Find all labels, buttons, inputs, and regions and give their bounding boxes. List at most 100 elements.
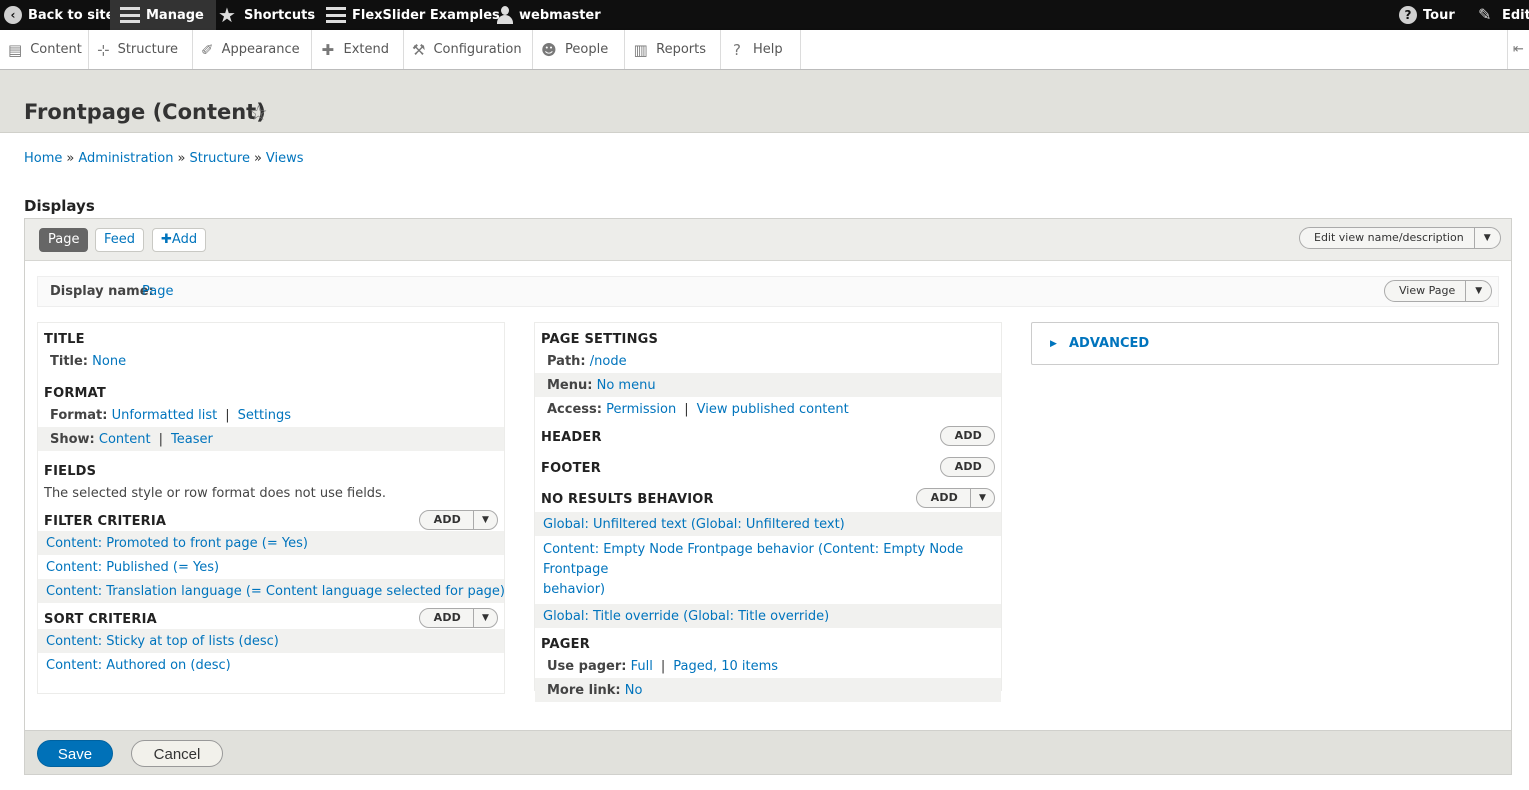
more-link-value-link[interactable]: No xyxy=(625,683,643,698)
no-results-item[interactable]: Global: Unfiltered text (Global: Unfilte… xyxy=(535,512,1001,536)
advanced-label[interactable]: ADVANCED xyxy=(1069,336,1149,351)
path-value-link[interactable]: /node xyxy=(590,354,627,369)
tray-item-content[interactable]: ▤ Content xyxy=(0,30,89,69)
tray-item-reports[interactable]: ▥ Reports xyxy=(625,30,721,69)
back-to-site-link[interactable]: ‹ Back to site xyxy=(4,0,114,30)
tray-item-extend[interactable]: ✚ Extend xyxy=(312,30,404,69)
star-icon: ★ xyxy=(218,3,236,27)
sort-item[interactable]: Content: Authored on (desc) xyxy=(38,653,504,677)
add-label[interactable]: Add xyxy=(941,427,994,445)
tray-item-help[interactable]: ? Help xyxy=(721,30,801,69)
show-row: Show: Content | Teaser xyxy=(38,427,504,451)
puzzle-icon: ✚ xyxy=(321,40,335,59)
back-to-site-label: Back to site xyxy=(28,7,115,23)
filter-item[interactable]: Content: Promoted to front page (= Yes) xyxy=(38,531,504,555)
chevron-down-icon[interactable]: ▼ xyxy=(473,609,497,627)
chevron-down-icon[interactable]: ▼ xyxy=(473,511,497,529)
tab-page[interactable]: Page xyxy=(39,228,89,252)
menu-row: Menu: No menu xyxy=(535,373,1001,397)
show-teaser-link[interactable]: Teaser xyxy=(171,432,213,447)
title-value-link[interactable]: None xyxy=(92,354,126,369)
sort-item[interactable]: Content: Sticky at top of lists (desc) xyxy=(38,629,504,653)
edit-view-label[interactable]: Edit view name/description xyxy=(1300,228,1474,248)
access-permission-link[interactable]: View published content xyxy=(697,402,849,417)
user-tab[interactable]: webmaster xyxy=(497,0,601,30)
triangle-right-icon: ▶ xyxy=(1050,339,1057,349)
use-pager-label: Use pager: xyxy=(547,659,627,674)
cancel-button[interactable]: Cancel xyxy=(131,740,223,767)
header-add-button[interactable]: Add xyxy=(939,426,995,446)
add-label[interactable]: Add xyxy=(941,458,994,476)
title-label: Title: xyxy=(50,354,89,369)
more-link-label: More link: xyxy=(547,683,621,698)
tray-orientation-toggle[interactable]: ⇤ xyxy=(1507,30,1529,69)
filter-item[interactable]: Content: Translation language (= Content… xyxy=(38,579,505,603)
sitemap-icon: ⊹ xyxy=(97,40,110,59)
no-results-item[interactable]: Global: Title override (Global: Title ov… xyxy=(535,604,1001,628)
save-button[interactable]: Save xyxy=(37,740,113,767)
add-label[interactable]: Add xyxy=(420,609,473,627)
tray-item-people[interactable]: ☻ People xyxy=(533,30,625,69)
format-value-link[interactable]: Unformatted list xyxy=(112,408,218,423)
add-display-button[interactable]: ✚Add xyxy=(152,228,207,252)
breadcrumb-administration[interactable]: Administration xyxy=(78,151,173,166)
tour-button[interactable]: ? Tour xyxy=(1399,0,1455,30)
star-icon[interactable]: ☆ xyxy=(249,101,268,125)
filter-add-dropbutton[interactable]: Add ▼ xyxy=(418,510,498,530)
menu-value-link[interactable]: No menu xyxy=(597,378,656,393)
advanced-details[interactable]: ▶ ADVANCED xyxy=(1031,322,1499,365)
edit-button[interactable]: ✎ Edit xyxy=(1478,0,1529,30)
tour-label: Tour xyxy=(1423,7,1455,23)
sort-add-dropbutton[interactable]: Add ▼ xyxy=(418,608,498,628)
chevron-down-icon[interactable]: ▼ xyxy=(1465,281,1491,301)
sort-criteria-heading: SORT CRITERIA Add ▼ xyxy=(38,603,504,629)
no-results-item[interactable]: Content: Empty Node Frontpage behavior (… xyxy=(535,536,1001,604)
breadcrumb-structure[interactable]: Structure xyxy=(189,151,249,166)
pencil-icon: ✎ xyxy=(1478,5,1492,24)
chevron-down-icon[interactable]: ▼ xyxy=(970,489,994,507)
add-label[interactable]: Add xyxy=(420,511,473,529)
no-results-add-dropbutton[interactable]: Add ▼ xyxy=(915,488,995,508)
header-label: HEADER xyxy=(541,430,602,445)
show-value-link[interactable]: Content xyxy=(99,432,151,447)
path-row: Path: /node xyxy=(535,349,1001,373)
wrench-icon: ⚒ xyxy=(412,40,426,59)
footer-add-button[interactable]: Add xyxy=(939,457,995,477)
view-page-label[interactable]: View Page xyxy=(1385,281,1465,301)
shortcuts-tab[interactable]: ★ Shortcuts xyxy=(218,0,315,30)
add-label[interactable]: Add xyxy=(917,489,970,507)
collapse-icon: ⇤ xyxy=(1513,42,1524,57)
tray-item-structure[interactable]: ⊹ Structure xyxy=(89,30,193,69)
filter-item[interactable]: Content: Published (= Yes) xyxy=(38,555,504,579)
bar-chart-icon: ▥ xyxy=(633,40,648,59)
chevron-down-icon[interactable]: ▼ xyxy=(1473,228,1500,248)
tray-item-label: Extend xyxy=(343,42,390,57)
view-page-dropbutton[interactable]: View Page ▼ xyxy=(1384,280,1493,302)
tray-item-label: Help xyxy=(753,42,783,57)
access-value-link[interactable]: Permission xyxy=(606,402,676,417)
tray-item-label: Appearance xyxy=(221,42,300,57)
breadcrumb-views[interactable]: Views xyxy=(266,151,304,166)
help-icon: ? xyxy=(733,40,741,59)
people-icon: ☻ xyxy=(541,40,557,59)
tab-feed[interactable]: Feed xyxy=(95,228,145,252)
use-pager-items-link[interactable]: Paged, 10 items xyxy=(673,659,778,674)
breadcrumb-home[interactable]: Home xyxy=(24,151,62,166)
format-settings-link[interactable]: Settings xyxy=(238,408,291,423)
display-name-link[interactable]: Page xyxy=(142,284,173,299)
manage-tab[interactable]: Manage xyxy=(110,0,216,30)
flexslider-examples-tab[interactable]: FlexSlider Examples xyxy=(326,0,500,30)
plus-icon: ✚ xyxy=(161,232,172,247)
displays-heading: Displays xyxy=(24,197,95,215)
flexslider-label: FlexSlider Examples xyxy=(352,7,500,23)
menu-icon xyxy=(326,7,346,23)
tray-item-configuration[interactable]: ⚒ Configuration xyxy=(404,30,533,69)
tray-item-label: People xyxy=(565,42,609,57)
show-label: Show: xyxy=(50,432,95,447)
edit-view-dropbutton[interactable]: Edit view name/description ▼ xyxy=(1299,227,1501,249)
tray-item-label: Configuration xyxy=(433,42,522,57)
manage-label: Manage xyxy=(146,7,204,23)
use-pager-value-link[interactable]: Full xyxy=(631,659,653,674)
paintbrush-icon: ✐ xyxy=(201,40,214,59)
tray-item-appearance[interactable]: ✐ Appearance xyxy=(193,30,312,69)
